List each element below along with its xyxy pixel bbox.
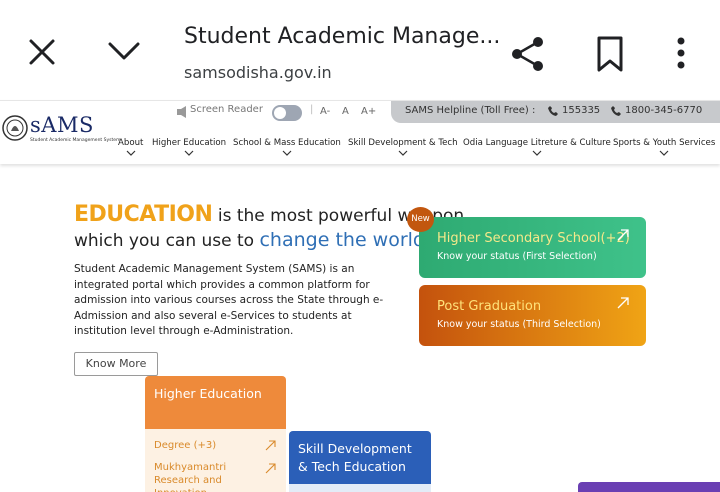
nav-item-skill-development[interactable]: Skill Development & Tech [348, 138, 458, 157]
chevron-down-icon [398, 150, 408, 156]
hero-heading-line-2: which you can use to change the world [74, 229, 425, 251]
page-url: samsodisha.gov.in [184, 63, 332, 82]
chevron-down-icon [659, 150, 669, 156]
close-icon[interactable] [24, 34, 60, 70]
helpline-number-1[interactable]: 155335 [562, 105, 600, 116]
phone-icon [548, 106, 558, 116]
page-title: Student Academic Manage... [184, 24, 501, 49]
hero-accent-word: EDUCATION [74, 202, 213, 227]
chevron-down-icon [126, 150, 136, 156]
card-title: Higher Secondary School(+2) [437, 231, 630, 246]
nav-item-higher-education[interactable]: Higher Education [152, 138, 226, 157]
hero-description: Student Academic Management System (SAMS… [74, 263, 384, 337]
logo-text: sAMS [30, 113, 94, 137]
hss-status-card[interactable]: Higher Secondary School(+2) Know your st… [419, 217, 646, 278]
chevron-down-icon [184, 150, 194, 156]
helpline-number-2[interactable]: 1800-345-6770 [625, 105, 702, 116]
chevron-down-icon [282, 150, 292, 156]
pg-status-card[interactable]: Post Graduation Know your status (Third … [419, 285, 646, 346]
arrow-up-right-icon [617, 229, 629, 241]
chevron-down-icon[interactable] [104, 34, 144, 70]
nav-label: School & Mass Education [233, 138, 341, 148]
site-header: sAMS Student Academic Management System … [0, 100, 720, 164]
divider: | [310, 104, 314, 115]
nav-label: Sports & Youth Services [613, 138, 716, 148]
helpline-bar: SAMS Helpline (Toll Free) : 155335 1800-… [391, 101, 720, 123]
nav-item-about[interactable]: About [118, 138, 143, 157]
hero-heading-line-1: EDUCATION is the most powerful weapon [74, 202, 464, 227]
bookmark-icon[interactable] [592, 34, 628, 74]
chevron-down-icon [532, 150, 542, 156]
skill-development-tile: Skill Development & Tech Education [289, 431, 431, 492]
card-subtitle: Know your status (First Selection) [437, 251, 597, 262]
partial-tile [578, 482, 720, 492]
tile-header: Higher Education [145, 376, 286, 429]
arrow-up-right-icon [265, 463, 276, 474]
screen-reader-toggle[interactable] [272, 105, 302, 121]
main-navigation: About Higher Education School & Mass Edu… [0, 138, 720, 162]
more-options-icon[interactable] [668, 34, 694, 74]
share-icon[interactable] [508, 34, 548, 74]
nav-label: Odia Language Litreture & Culture [463, 138, 611, 148]
tile-title: Higher Education [154, 386, 262, 401]
degree-link[interactable]: Degree (+3) [154, 439, 259, 452]
helpline-label: SAMS Helpline (Toll Free) : [405, 105, 536, 116]
research-fellowship-link[interactable]: Mukhyamantri Research and Innovation Fel… [154, 461, 259, 492]
font-increase-button[interactable]: A+ [361, 106, 376, 117]
card-subtitle: Know your status (Third Selection) [437, 319, 601, 330]
browser-toolbar: Student Academic Manage... samsodisha.go… [0, 0, 720, 100]
phone-icon [611, 106, 621, 116]
tile-title: Skill Development & Tech Education [298, 441, 412, 474]
card-title: Post Graduation [437, 299, 542, 314]
new-badge: New [407, 207, 434, 232]
nav-label: Higher Education [152, 138, 227, 148]
hero-heading-highlight: change the world [259, 229, 425, 251]
screen-reader-icon [177, 106, 186, 118]
arrow-up-right-icon [617, 297, 629, 309]
higher-education-tile: Higher Education Degree (+3) Mukhyamantr… [145, 376, 286, 492]
nav-item-school-mass-education[interactable]: School & Mass Education [233, 138, 341, 157]
nav-item-odia-language[interactable]: Odia Language Litreture & Culture [463, 138, 611, 157]
arrow-up-right-icon [265, 440, 276, 451]
screen-reader-label: Screen Reader [190, 104, 263, 115]
hero-heading-start: which you can use to [74, 231, 260, 251]
nav-label: About [118, 138, 144, 148]
nav-label: Skill Development & Tech [348, 138, 458, 148]
tile-header: Skill Development & Tech Education [289, 431, 431, 484]
nav-item-sports-youth[interactable]: Sports & Youth Services [613, 138, 715, 157]
know-more-button[interactable]: Know More [74, 352, 158, 376]
font-decrease-button[interactable]: A- [320, 106, 330, 117]
font-normal-button[interactable]: A [342, 106, 349, 117]
